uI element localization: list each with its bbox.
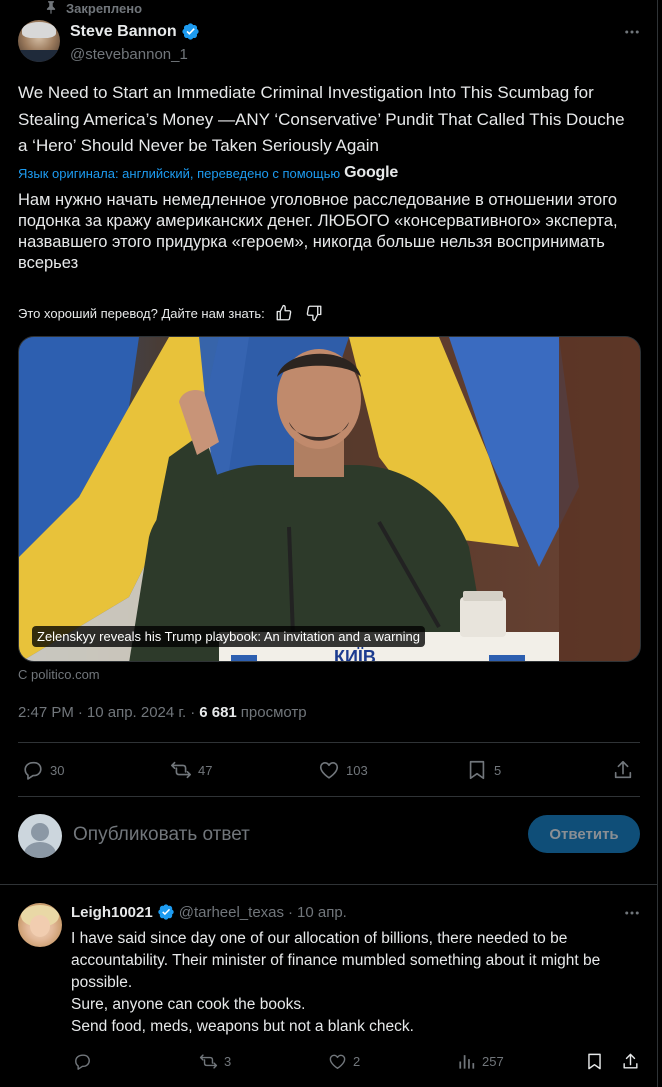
- reply-line: I have said since day one of our allocat…: [71, 930, 601, 991]
- reply-composer: Опубликовать ответ Ответить: [18, 812, 640, 860]
- views-bar-chart-icon: [459, 1054, 475, 1069]
- reply-repost-count: 3: [224, 1053, 232, 1069]
- reply-share-action[interactable]: [621, 1049, 640, 1073]
- verified-badge-icon: [158, 904, 174, 920]
- heart-icon: [319, 762, 339, 779]
- reply-author-handle[interactable]: @tarheel_texas: [179, 904, 284, 921]
- bookmark-icon: [588, 1053, 601, 1069]
- google-logo: Google: [344, 164, 399, 181]
- translation-note-text[interactable]: Язык оригинала: английский, переведено с…: [18, 166, 340, 181]
- pinned-indicator: Закреплено: [44, 0, 142, 16]
- pin-icon: [44, 0, 58, 17]
- feedback-prompt: Это хороший перевод? Дайте нам знать:: [18, 305, 265, 321]
- more-dots-icon: [625, 30, 639, 34]
- current-user-avatar[interactable]: [18, 814, 62, 858]
- tweet-time[interactable]: 2:47 PM: [18, 704, 74, 721]
- thumbs-down-icon[interactable]: [303, 302, 325, 324]
- podium-text: КИЇВ: [334, 647, 376, 662]
- repost-icon: [171, 761, 191, 779]
- more-options-button[interactable]: [620, 22, 644, 42]
- reply-like-count: 2: [353, 1053, 361, 1069]
- views-count: 6 681: [199, 704, 237, 721]
- author-avatar[interactable]: [18, 20, 60, 62]
- thumbs-up-icon[interactable]: [273, 302, 295, 324]
- divider: [18, 742, 640, 743]
- tweet-meta: 2:47 PM · 10 апр. 2024 г. · 6 681 просмо…: [18, 704, 307, 721]
- reply-submit-button[interactable]: Ответить: [528, 815, 640, 853]
- translated-text: Нам нужно начать немедленное уголовное р…: [18, 191, 618, 272]
- card-caption[interactable]: Zelenskyy reveals his Trump playbook: An…: [32, 626, 425, 647]
- reply-line: Send food, meds, weapons but not a blank…: [71, 1018, 414, 1035]
- thread-divider: [0, 884, 658, 885]
- reply-repost-action[interactable]: 3: [199, 1049, 231, 1073]
- bookmark-count: 5: [494, 762, 502, 778]
- card-image[interactable]: КИЇВ: [19, 337, 641, 662]
- tweet-actions: 30 47 103 5: [18, 756, 640, 784]
- reply-views-count: 257: [482, 1053, 504, 1069]
- reply-bookmark-action[interactable]: [585, 1049, 604, 1073]
- meta-dot: ·: [77, 704, 83, 721]
- more-dots-icon: [625, 911, 639, 915]
- reply-bubble-icon: [24, 761, 42, 780]
- reply-text: I have said since day one of our allocat…: [71, 928, 646, 1038]
- tweet-text: We Need to Start an Immediate Criminal I…: [18, 83, 625, 155]
- reply-count: 30: [50, 762, 65, 778]
- share-upload-icon: [623, 1053, 638, 1069]
- share-action[interactable]: [612, 756, 634, 784]
- reply-input[interactable]: Опубликовать ответ: [73, 824, 250, 846]
- author-handle[interactable]: @stevebannon_1: [70, 46, 188, 63]
- card-source[interactable]: С politico.com: [18, 667, 100, 682]
- meta-dot: ·: [190, 704, 196, 721]
- reply-views-action[interactable]: 257: [457, 1049, 504, 1073]
- reply-action[interactable]: 30: [22, 756, 64, 784]
- bookmark-action[interactable]: 5: [466, 756, 501, 784]
- scrollbar-track[interactable]: [658, 0, 662, 1087]
- verified-badge-icon: [182, 23, 199, 40]
- reply-line: Sure, anyone can cook the books.: [71, 996, 306, 1013]
- reply-actions: 3 2 257: [71, 1049, 642, 1073]
- heart-icon: [329, 1054, 346, 1069]
- divider: [18, 796, 640, 797]
- reply-reply-action[interactable]: [73, 1049, 92, 1073]
- like-count: 103: [346, 762, 368, 778]
- reply-like-action[interactable]: 2: [328, 1049, 360, 1073]
- reply-more-options-button[interactable]: [620, 903, 644, 923]
- author-name[interactable]: Steve Bannon: [70, 23, 177, 41]
- views-label: просмотр: [240, 704, 307, 721]
- link-card[interactable]: КИЇВ Zelenskyy reveals his Trump playboo…: [18, 336, 641, 662]
- reply-separator: ·: [288, 903, 294, 921]
- reply-bubble-icon: [75, 1053, 90, 1070]
- tweet-date[interactable]: 10 апр. 2024 г.: [87, 704, 186, 721]
- author-name-row[interactable]: Steve Bannon: [70, 22, 200, 41]
- reply-author-name[interactable]: Leigh10021: [71, 904, 153, 921]
- repost-count: 47: [198, 762, 213, 778]
- pinned-label: Закреплено: [66, 0, 143, 16]
- translation-feedback: Это хороший перевод? Дайте нам знать:: [18, 302, 325, 324]
- reply-author-avatar[interactable]: [18, 903, 62, 947]
- translation-note[interactable]: Язык оригинала: английский, переведено с…: [18, 164, 398, 182]
- repost-action[interactable]: 47: [170, 756, 212, 784]
- share-upload-icon: [614, 760, 632, 779]
- reply-header: Leigh10021 @tarheel_texas · 10 апр.: [71, 903, 347, 921]
- like-action[interactable]: 103: [318, 756, 368, 784]
- bookmark-icon: [469, 760, 485, 780]
- reply-date[interactable]: 10 апр.: [297, 904, 347, 921]
- repost-icon: [199, 1053, 218, 1069]
